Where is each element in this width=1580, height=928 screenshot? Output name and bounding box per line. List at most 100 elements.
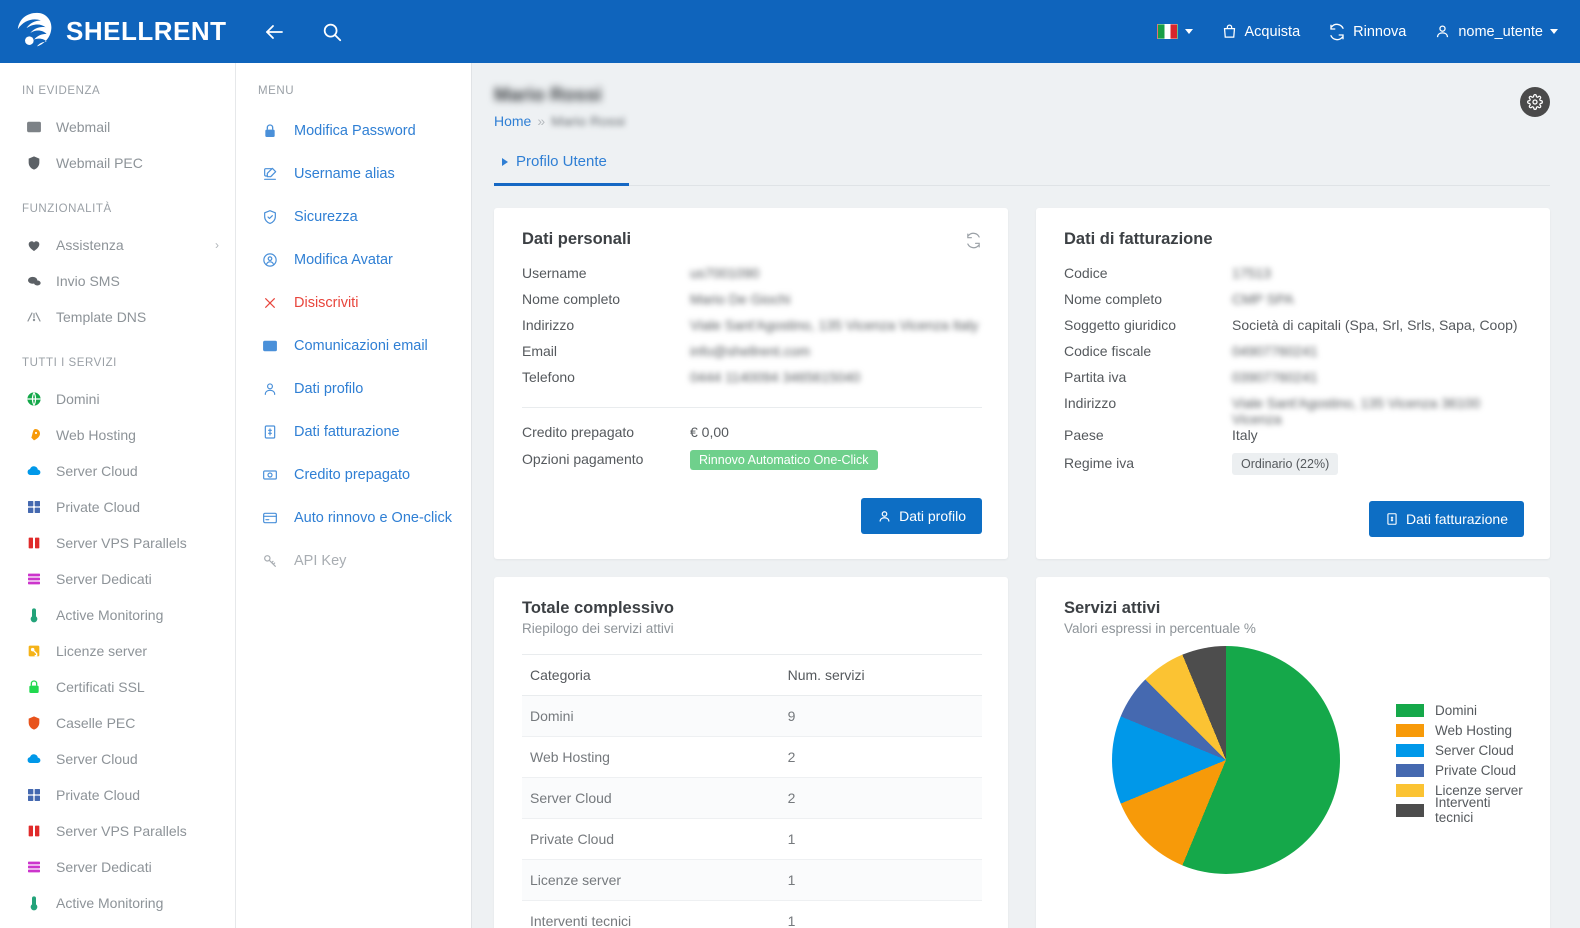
personal-key: Email	[522, 343, 558, 359]
billing-key: Codice	[1064, 265, 1108, 281]
credit-card-icon	[262, 510, 286, 526]
tab-label: Profilo Utente	[516, 153, 607, 170]
user-menu[interactable]: nome_utente	[1434, 23, 1558, 40]
envelope-icon	[262, 338, 286, 354]
padlock-icon	[265, 123, 275, 137]
padlock-icon	[26, 679, 48, 695]
tab-bar: Profilo Utente	[494, 153, 1550, 186]
billing-value: CMP SPA	[1232, 291, 1294, 307]
sidebar-item-domini[interactable]: Domini	[0, 381, 235, 417]
acquista-button[interactable]: Acquista	[1221, 23, 1300, 40]
personal-value: Mario De Giochi	[690, 291, 791, 307]
dns-icon	[27, 312, 41, 322]
cloud-icon	[26, 463, 48, 479]
thermometer-icon	[30, 608, 38, 623]
sidebar-item-server-vps-parallels[interactable]: Server VPS Parallels	[0, 525, 235, 561]
sidebar-item-caselle-pec[interactable]: Caselle PEC	[0, 705, 235, 741]
sidebar-item-server-dedicati[interactable]: Server Dedicati	[0, 561, 235, 597]
back-arrow-icon[interactable]	[254, 12, 294, 52]
menu-item-dati-profilo[interactable]: Dati profilo	[236, 367, 471, 410]
sidebar-item-label: Licenze server	[56, 643, 148, 659]
menu-item-auto-rinnovo-e-one-click[interactable]: Auto rinnovo e One-click	[236, 496, 471, 539]
legend-item-domini: Domini	[1396, 700, 1524, 720]
personal-key: Username	[522, 265, 587, 281]
legend-swatch	[1396, 743, 1424, 757]
main-content: Mario Rossi Home » Mario Rossi Profilo U…	[472, 63, 1580, 928]
cell-categoria: Private Cloud	[522, 818, 780, 860]
menu-item-dati-fatturazione[interactable]: Dati fatturazione	[236, 410, 471, 453]
billing-value: 03907760241	[1232, 369, 1318, 385]
menu-item-comunicazioni-email[interactable]: Comunicazioni email	[236, 324, 471, 367]
sidebar-item-webmail-pec[interactable]: Webmail PEC	[0, 145, 235, 181]
refresh-personal-data-button[interactable]	[965, 232, 982, 254]
search-icon[interactable]	[312, 12, 352, 52]
brand-name: SHELLRENT	[66, 16, 227, 46]
globe-icon	[26, 391, 48, 407]
sidebar-item-active-monitoring[interactable]: Active Monitoring	[0, 597, 235, 633]
personal-value: 0444 1140094 3465615040	[690, 369, 861, 385]
personal-key: Opzioni pagamento	[522, 451, 644, 467]
column-header-num-servizi: Num. servizi	[779, 654, 982, 696]
sidebar-item-assistenza[interactable]: Assistenza ›	[0, 227, 235, 263]
menu-item-sicurezza[interactable]: Sicurezza	[236, 195, 471, 238]
menu-item-disiscriviti[interactable]: Disiscriviti	[236, 281, 471, 324]
sidebar-item-label: Server Cloud	[56, 751, 138, 767]
menu-item-api-key[interactable]: API Key	[236, 539, 471, 582]
billing-row: Codice 17513	[1064, 265, 1524, 291]
breadcrumb-home-link[interactable]: Home	[494, 113, 531, 129]
settings-gear-button[interactable]	[1520, 87, 1550, 117]
breadcrumb: Home » Mario Rossi	[494, 113, 1550, 129]
server-rack-icon	[26, 571, 48, 587]
billing-row: Partita iva 03907760241	[1064, 369, 1524, 395]
sidebar-item-webmail[interactable]: Webmail	[0, 109, 235, 145]
sidebar-item-licenze-server[interactable]: Licenze server	[0, 633, 235, 669]
personal-key: Telefono	[522, 369, 575, 385]
sidebar-item-server-cloud[interactable]: Server Cloud	[0, 453, 235, 489]
sidebar-item-label: Webmail	[56, 119, 111, 135]
sidebar-item-server-dedicati[interactable]: Server Dedicati	[0, 849, 235, 885]
sidebar-item-server-cloud[interactable]: Server Cloud	[0, 741, 235, 777]
rinnova-button[interactable]: Rinnova	[1328, 23, 1406, 41]
dati-fatturazione-button[interactable]: Dati fatturazione	[1369, 501, 1524, 537]
menu-item-label: Modifica Password	[294, 122, 416, 139]
personal-row: Telefono 0444 1140094 3465615040	[522, 369, 982, 395]
sidebar-item-private-cloud[interactable]: Private Cloud	[0, 489, 235, 525]
menu-item-credito-prepagato[interactable]: Credito prepagato	[236, 453, 471, 496]
username-label: nome_utente	[1458, 23, 1543, 40]
dati-profilo-button[interactable]: Dati profilo	[861, 498, 982, 534]
sidebar-item-certificati-ssl[interactable]: Certificati SSL	[0, 669, 235, 705]
sidebar-item-template-dns[interactable]: Template DNS	[0, 299, 235, 335]
sidebar-item-private-cloud[interactable]: Private Cloud	[0, 777, 235, 813]
shield-check-icon	[262, 209, 286, 225]
sidebar-item-label: Certificati SSL	[56, 679, 145, 695]
active-services-chart-card: Servizi attivi Valori espressi in percen…	[1036, 577, 1550, 928]
topbar-right-actions: Acquista Rinnova nome_utente	[1156, 23, 1580, 41]
sidebar-item-label: Web Hosting	[56, 427, 136, 443]
envelope-icon	[26, 119, 48, 135]
table-row: Domini 9	[522, 695, 982, 737]
sidebar-item-server-vps-parallels[interactable]: Server VPS Parallels	[0, 813, 235, 849]
sidebar-item-label: Server Dedicati	[56, 571, 152, 587]
server-rack-icon	[28, 573, 40, 585]
billing-key: Codice fiscale	[1064, 343, 1152, 359]
cell-num-servizi: 1	[779, 859, 982, 901]
brand-logo-area[interactable]: SHELLRENT	[0, 9, 236, 55]
menu-item-modifica-password[interactable]: Modifica Password	[236, 109, 471, 152]
invoice-icon	[1387, 513, 1397, 525]
billing-data-card: Dati di fatturazione Codice 17513 Nome com…	[1036, 208, 1550, 559]
language-selector[interactable]	[1156, 24, 1193, 39]
billing-key: Indirizzo	[1064, 395, 1117, 411]
sidebar-item-invio-sms[interactable]: Invio SMS	[0, 263, 235, 299]
billing-data-rows: Codice 17513 Nome completo CMP SPA Soggetto …	[1064, 265, 1524, 479]
key-icon	[262, 553, 286, 569]
menu-item-label: Dati profilo	[294, 380, 364, 397]
tab-profilo-utente[interactable]: Profilo Utente	[494, 153, 629, 186]
dati-fatturazione-label: Dati fatturazione	[1406, 511, 1508, 527]
sidebar-item-web-hosting[interactable]: Web Hosting	[0, 417, 235, 453]
menu-item-username-alias[interactable]: Username alias	[236, 152, 471, 195]
menu-item-modifica-avatar[interactable]: Modifica Avatar	[236, 238, 471, 281]
chart-card-title: Servizi attivi	[1064, 599, 1161, 617]
sidebar-item-active-monitoring[interactable]: Active Monitoring	[0, 885, 235, 921]
personal-data-card: Dati personali Username us7001090 Nome com…	[494, 208, 1008, 559]
menu-sidebar: MENU Modifica Password Username alias Sicu…	[236, 63, 472, 928]
